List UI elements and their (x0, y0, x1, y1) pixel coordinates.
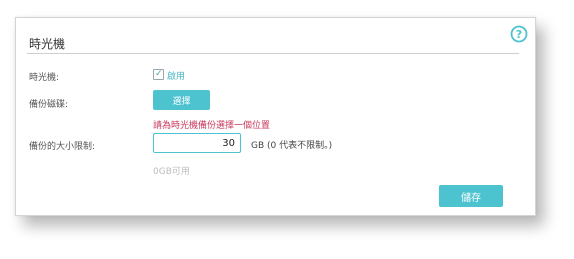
enable-checkbox[interactable]: ✓ (153, 69, 164, 80)
time-machine-label: 時光機: (29, 73, 60, 83)
size-limit-input[interactable] (153, 133, 241, 153)
page-title: 時光機 (29, 37, 66, 51)
size-limit-label: 備份的大小限制: (29, 142, 96, 152)
save-button[interactable]: 儲存 (439, 185, 503, 207)
available-space-text: 0GB可用 (153, 167, 190, 177)
backup-disk-label: 備份磁碟: (29, 100, 69, 110)
check-icon: ✓ (155, 69, 163, 79)
size-unit-text: GB (0 代表不限制。) (251, 141, 333, 151)
help-circle-icon[interactable]: ? (510, 25, 528, 43)
title-divider (27, 53, 519, 54)
select-disk-button[interactable]: 選擇 (153, 90, 210, 110)
warning-text: 請為時光機備份選擇一個位置 (153, 121, 271, 131)
time-machine-panel: 時光機 ? 時光機: ✓ 啟用 備份磁碟: 選擇 請為時光機備份選擇一個位置 備… (15, 17, 536, 216)
svg-text:?: ? (516, 28, 522, 41)
enable-label[interactable]: 啟用 (167, 69, 185, 82)
